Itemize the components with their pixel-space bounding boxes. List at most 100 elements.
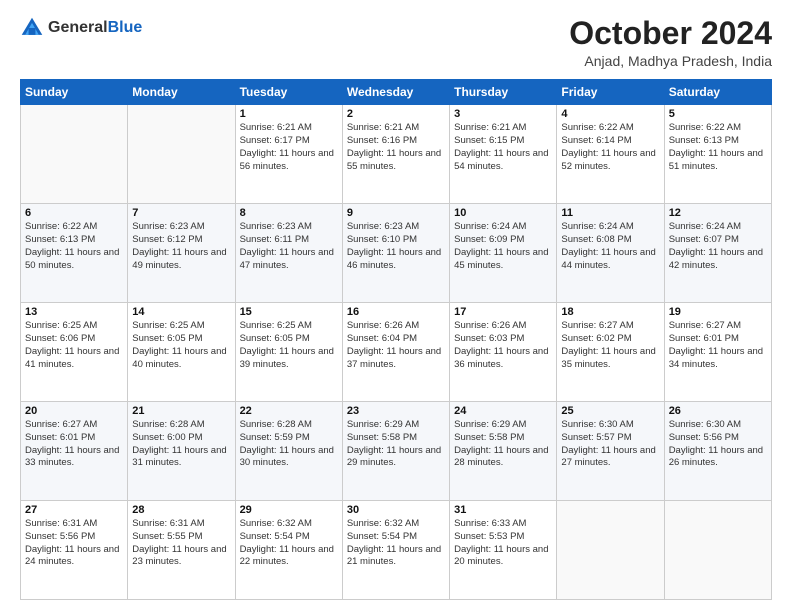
logo-general: General <box>48 19 108 36</box>
table-row: 21 Sunrise: 6:28 AM Sunset: 6:00 PM Dayli… <box>128 402 235 501</box>
page: GeneralBlue October 2024 Anjad, Madhya P… <box>0 0 792 612</box>
day-number: 19 <box>669 306 767 318</box>
day-info: Sunrise: 6:21 AM Sunset: 6:16 PM Dayligh… <box>347 122 445 173</box>
table-row: 30Sunrise: 6:32 AM Sunset: 5:54 PM Dayli… <box>342 501 449 600</box>
day-number: 5 <box>669 108 767 120</box>
day-info: Sunrise: 6:30 AM Sunset: 5:56 PM Dayligh… <box>669 419 767 470</box>
table-row: 31 Sunrise: 6:33 AM Sunset: 5:53 PM Dayli… <box>450 501 557 600</box>
table-row: 5 Sunrise: 6:22 AM Sunset: 6:13 PM Daylig… <box>664 105 771 204</box>
day-info: Sunrise: 6:33 AM Sunset: 5:53 PM Dayligh… <box>454 518 552 569</box>
day-number: 2 <box>347 108 445 120</box>
week-row-2: 6 Sunrise: 6:22 AM Sunset: 6:13 PM Daylig… <box>21 204 772 303</box>
day-info: Sunrise: 6:26 AM Sunset: 6:03 PM Dayligh… <box>454 320 552 371</box>
day-info: Sunrise: 6:28 AM Sunset: 6:00 PM Dayligh… <box>132 419 230 470</box>
table-row: 7 Sunrise: 6:23 AM Sunset: 6:12 PM Daylig… <box>128 204 235 303</box>
day-number: 22 <box>240 405 338 417</box>
table-row: 24 Sunrise: 6:29 AM Sunset: 5:58 PM Dayli… <box>450 402 557 501</box>
day-info: Sunrise: 6:23 AM Sunset: 6:11 PM Dayligh… <box>240 221 338 272</box>
day-number: 20 <box>25 405 123 417</box>
table-row: 26 Sunrise: 6:30 AM Sunset: 5:56 PM Dayli… <box>664 402 771 501</box>
day-number: 8 <box>240 207 338 219</box>
day-info: Sunrise: 6:25 AM Sunset: 6:06 PM Dayligh… <box>25 320 123 371</box>
day-number: 25 <box>561 405 659 417</box>
title-block: October 2024 Anjad, Madhya Pradesh, Indi… <box>569 16 772 69</box>
table-row: 12 Sunrise: 6:24 AM Sunset: 6:07 PM Dayli… <box>664 204 771 303</box>
day-number: 21 <box>132 405 230 417</box>
header-sunday: Sunday <box>21 80 128 105</box>
logo: GeneralBlue <box>20 16 142 40</box>
header-monday: Monday <box>128 80 235 105</box>
month-title: October 2024 <box>569 16 772 51</box>
day-number: 28 <box>132 504 230 516</box>
week-row-5: 27 Sunrise: 6:31 AM Sunset: 5:56 PM Dayli… <box>21 501 772 600</box>
week-row-4: 20 Sunrise: 6:27 AM Sunset: 6:01 PM Dayli… <box>21 402 772 501</box>
table-row: 1 Sunrise: 6:21 AM Sunset: 6:17 PM Daylig… <box>235 105 342 204</box>
table-row: 4 Sunrise: 6:22 AM Sunset: 6:14 PM Daylig… <box>557 105 664 204</box>
weekday-header-row: Sunday Monday Tuesday Wednesday Thursday… <box>21 80 772 105</box>
day-info: Sunrise: 6:21 AM Sunset: 6:15 PM Dayligh… <box>454 122 552 173</box>
table-row <box>664 501 771 600</box>
day-number: 1 <box>240 108 338 120</box>
header-saturday: Saturday <box>664 80 771 105</box>
day-info: Sunrise: 6:24 AM Sunset: 6:09 PM Dayligh… <box>454 221 552 272</box>
day-info: Sunrise: 6:26 AM Sunset: 6:04 PM Dayligh… <box>347 320 445 371</box>
day-info: Sunrise: 6:21 AM Sunset: 6:17 PM Dayligh… <box>240 122 338 173</box>
table-row: 9Sunrise: 6:23 AM Sunset: 6:10 PM Daylig… <box>342 204 449 303</box>
day-number: 4 <box>561 108 659 120</box>
table-row <box>557 501 664 600</box>
day-number: 27 <box>25 504 123 516</box>
day-info: Sunrise: 6:31 AM Sunset: 5:56 PM Dayligh… <box>25 518 123 569</box>
table-row: 6 Sunrise: 6:22 AM Sunset: 6:13 PM Daylig… <box>21 204 128 303</box>
day-number: 24 <box>454 405 552 417</box>
day-info: Sunrise: 6:24 AM Sunset: 6:08 PM Dayligh… <box>561 221 659 272</box>
day-number: 18 <box>561 306 659 318</box>
table-row: 8 Sunrise: 6:23 AM Sunset: 6:11 PM Daylig… <box>235 204 342 303</box>
day-number: 14 <box>132 306 230 318</box>
calendar: Sunday Monday Tuesday Wednesday Thursday… <box>20 79 772 600</box>
day-number: 31 <box>454 504 552 516</box>
day-number: 7 <box>132 207 230 219</box>
day-info: Sunrise: 6:22 AM Sunset: 6:14 PM Dayligh… <box>561 122 659 173</box>
day-info: Sunrise: 6:29 AM Sunset: 5:58 PM Dayligh… <box>347 419 445 470</box>
day-number: 6 <box>25 207 123 219</box>
table-row: 14Sunrise: 6:25 AM Sunset: 6:05 PM Dayli… <box>128 303 235 402</box>
day-info: Sunrise: 6:27 AM Sunset: 6:01 PM Dayligh… <box>25 419 123 470</box>
day-info: Sunrise: 6:23 AM Sunset: 6:12 PM Dayligh… <box>132 221 230 272</box>
day-info: Sunrise: 6:24 AM Sunset: 6:07 PM Dayligh… <box>669 221 767 272</box>
day-number: 11 <box>561 207 659 219</box>
day-info: Sunrise: 6:22 AM Sunset: 6:13 PM Dayligh… <box>25 221 123 272</box>
header: GeneralBlue October 2024 Anjad, Madhya P… <box>20 16 772 69</box>
table-row: 23 Sunrise: 6:29 AM Sunset: 5:58 PM Dayli… <box>342 402 449 501</box>
table-row: 2 Sunrise: 6:21 AM Sunset: 6:16 PM Daylig… <box>342 105 449 204</box>
day-info: Sunrise: 6:31 AM Sunset: 5:55 PM Dayligh… <box>132 518 230 569</box>
table-row: 19Sunrise: 6:27 AM Sunset: 6:01 PM Dayli… <box>664 303 771 402</box>
table-row <box>128 105 235 204</box>
table-row: 27 Sunrise: 6:31 AM Sunset: 5:56 PM Dayli… <box>21 501 128 600</box>
header-friday: Friday <box>557 80 664 105</box>
day-number: 9 <box>347 207 445 219</box>
table-row: 11 Sunrise: 6:24 AM Sunset: 6:08 PM Dayli… <box>557 204 664 303</box>
day-number: 17 <box>454 306 552 318</box>
day-info: Sunrise: 6:22 AM Sunset: 6:13 PM Dayligh… <box>669 122 767 173</box>
day-number: 3 <box>454 108 552 120</box>
week-row-1: 1 Sunrise: 6:21 AM Sunset: 6:17 PM Daylig… <box>21 105 772 204</box>
day-info: Sunrise: 6:28 AM Sunset: 5:59 PM Dayligh… <box>240 419 338 470</box>
table-row: 20 Sunrise: 6:27 AM Sunset: 6:01 PM Dayli… <box>21 402 128 501</box>
day-number: 26 <box>669 405 767 417</box>
table-row: 17 Sunrise: 6:26 AM Sunset: 6:03 PM Dayli… <box>450 303 557 402</box>
logo-text: GeneralBlue <box>48 19 142 37</box>
header-tuesday: Tuesday <box>235 80 342 105</box>
header-wednesday: Wednesday <box>342 80 449 105</box>
day-info: Sunrise: 6:29 AM Sunset: 5:58 PM Dayligh… <box>454 419 552 470</box>
day-number: 15 <box>240 306 338 318</box>
day-number: 23 <box>347 405 445 417</box>
table-row: 18 Sunrise: 6:27 AM Sunset: 6:02 PM Dayli… <box>557 303 664 402</box>
table-row: 25Sunrise: 6:30 AM Sunset: 5:57 PM Dayli… <box>557 402 664 501</box>
table-row: 28 Sunrise: 6:31 AM Sunset: 5:55 PM Dayli… <box>128 501 235 600</box>
day-info: Sunrise: 6:27 AM Sunset: 6:02 PM Dayligh… <box>561 320 659 371</box>
table-row: 16 Sunrise: 6:26 AM Sunset: 6:04 PM Dayli… <box>342 303 449 402</box>
logo-blue: Blue <box>108 19 143 36</box>
day-number: 12 <box>669 207 767 219</box>
day-number: 16 <box>347 306 445 318</box>
logo-icon <box>20 16 44 40</box>
